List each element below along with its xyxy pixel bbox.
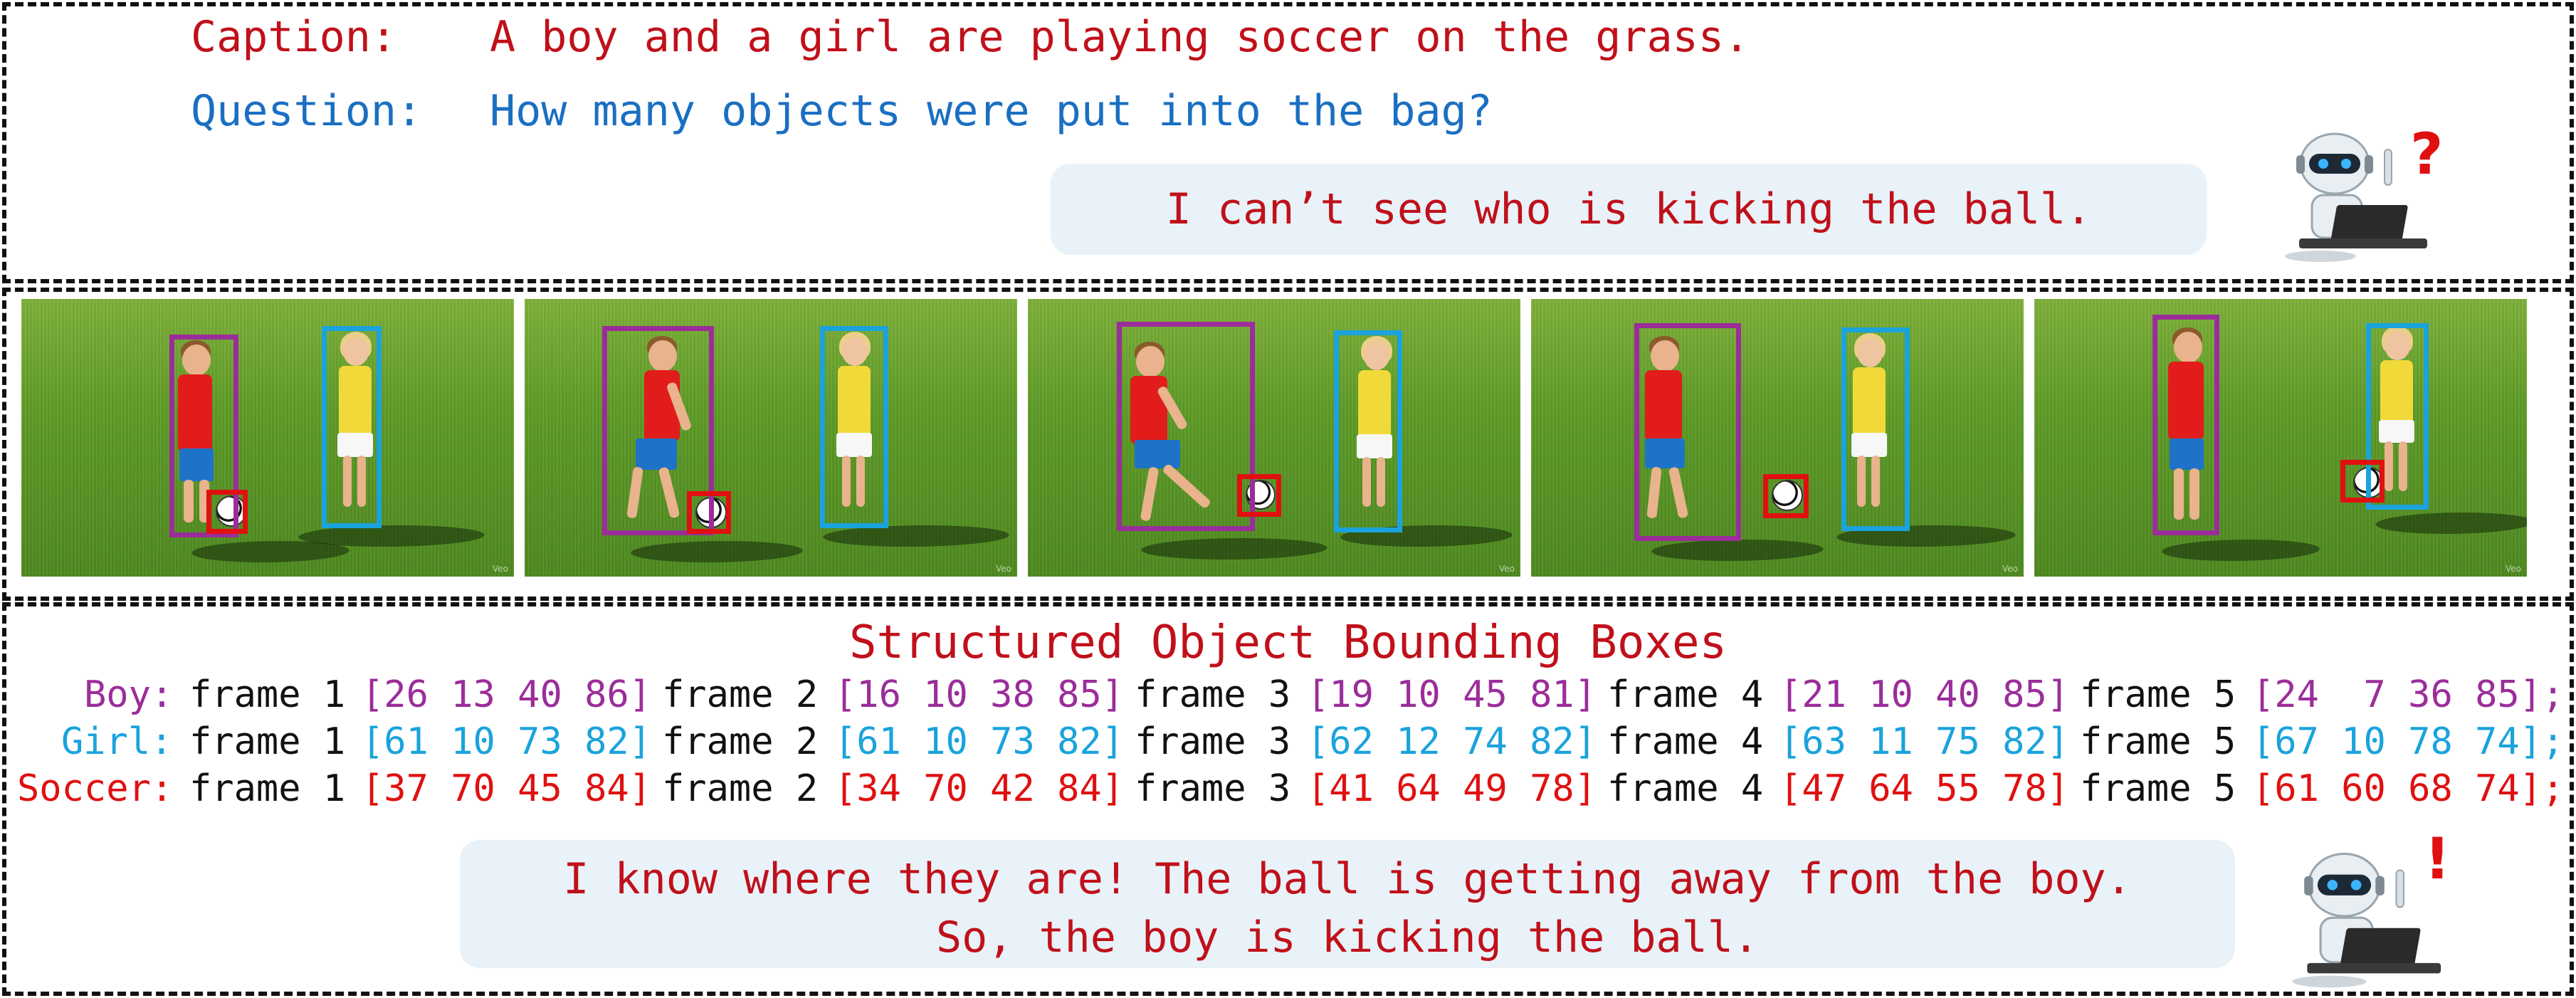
bbox-value: [21 10 40 85]	[1779, 673, 2069, 716]
frame-label: frame 3	[1135, 767, 1291, 810]
speech-bubble-before: I can’t see who is kicking the ball.	[1051, 164, 2207, 255]
frame-label: frame 4	[1607, 720, 1764, 763]
speech-text-after-line2: So, the boy is kicking the ball.	[936, 913, 1759, 962]
video-frame-2: Veo	[525, 299, 1017, 577]
frame-label: frame 2	[662, 673, 819, 716]
boy-bbox	[1117, 322, 1255, 531]
girl-bbox	[322, 326, 382, 528]
speech-bubble-after: I know where they are! The ball is getti…	[460, 840, 2235, 968]
object-label-boy: Boy:	[84, 673, 174, 716]
bbox-value: [26 13 40 86]	[362, 673, 651, 716]
frame-label: frame 2	[662, 720, 819, 763]
video-frame-1: Veo	[21, 299, 514, 577]
frame-label: frame 4	[1607, 767, 1764, 810]
frame-label: frame 1	[189, 673, 346, 716]
bbox-value: [61 10 73 82]	[834, 720, 1124, 763]
video-frame-3: Veo	[1028, 299, 1520, 577]
object-label-girl: Girl:	[61, 720, 173, 763]
bbox-value: [67 10 78 74];	[2252, 720, 2565, 763]
soccer-bbox	[2340, 460, 2385, 503]
video-frame-4: Veo	[1531, 299, 2024, 577]
frame-label: frame 2	[662, 767, 819, 810]
bbox-value: [47 64 55 78]	[1779, 767, 2069, 810]
boy-bbox	[1634, 323, 1741, 541]
question-label: Question:	[191, 86, 423, 136]
bbox-value: [37 70 45 84]	[362, 767, 651, 810]
frame-label: frame 5	[2080, 720, 2236, 763]
girl-bbox	[820, 326, 888, 528]
bbox-value: [41 64 49 78]	[1307, 767, 1597, 810]
soccer-bbox	[206, 490, 248, 534]
exclamation-mark-icon: !	[2424, 826, 2451, 892]
watermark: Veo	[2505, 564, 2521, 574]
soccer-bbox	[687, 491, 731, 534]
girl-bbox	[1334, 330, 1402, 532]
speech-text-after-line1: I know where they are! The ball is getti…	[563, 854, 2132, 904]
bbox-value: [61 60 68 74];	[2252, 767, 2565, 810]
frame-label: frame 1	[189, 720, 346, 763]
watermark: Veo	[2002, 564, 2018, 574]
bbox-value: [62 12 74 82]	[1307, 720, 1597, 763]
soccer-bbox	[1237, 474, 1281, 517]
question-text: How many objects were put into the bag?	[490, 86, 1493, 136]
bbox-value: [24 7 36 85];	[2252, 673, 2565, 716]
bbox-value: [61 10 73 82]	[362, 720, 651, 763]
frame-label: frame 5	[2080, 673, 2236, 716]
bbox-value: [19 10 45 81]	[1307, 673, 1597, 716]
boy-bbox	[2152, 315, 2219, 535]
caption-text: A boy and a girl are playing soccer on t…	[490, 12, 1750, 62]
frame-label: frame 3	[1135, 673, 1291, 716]
watermark: Veo	[1498, 564, 1515, 574]
watermark: Veo	[492, 564, 508, 574]
object-label-soccer: Soccer:	[17, 767, 174, 810]
frame-label: frame 1	[189, 767, 346, 810]
bbox-section-title: Structured Object Bounding Boxes	[849, 616, 1727, 669]
video-frame-5: Veo	[2034, 299, 2527, 577]
bbox-value: [16 10 38 85]	[834, 673, 1124, 716]
speech-text-before: I can’t see who is kicking the ball.	[1165, 184, 2092, 234]
bbox-value: [34 70 42 84]	[834, 767, 1124, 810]
bbox-value: [63 11 75 82]	[1779, 720, 2069, 763]
question-mark-icon: ?	[2410, 121, 2444, 187]
frame-label: frame 4	[1607, 673, 1764, 716]
frame-label: frame 5	[2080, 767, 2236, 810]
soccer-bbox	[1763, 474, 1809, 518]
caption-label: Caption:	[191, 12, 396, 62]
watermark: Veo	[995, 564, 1011, 574]
video-frames: Veo Veo Veo Veo Veo	[21, 299, 2541, 577]
frame-label: frame 3	[1135, 720, 1291, 763]
girl-bbox	[1841, 327, 1910, 531]
